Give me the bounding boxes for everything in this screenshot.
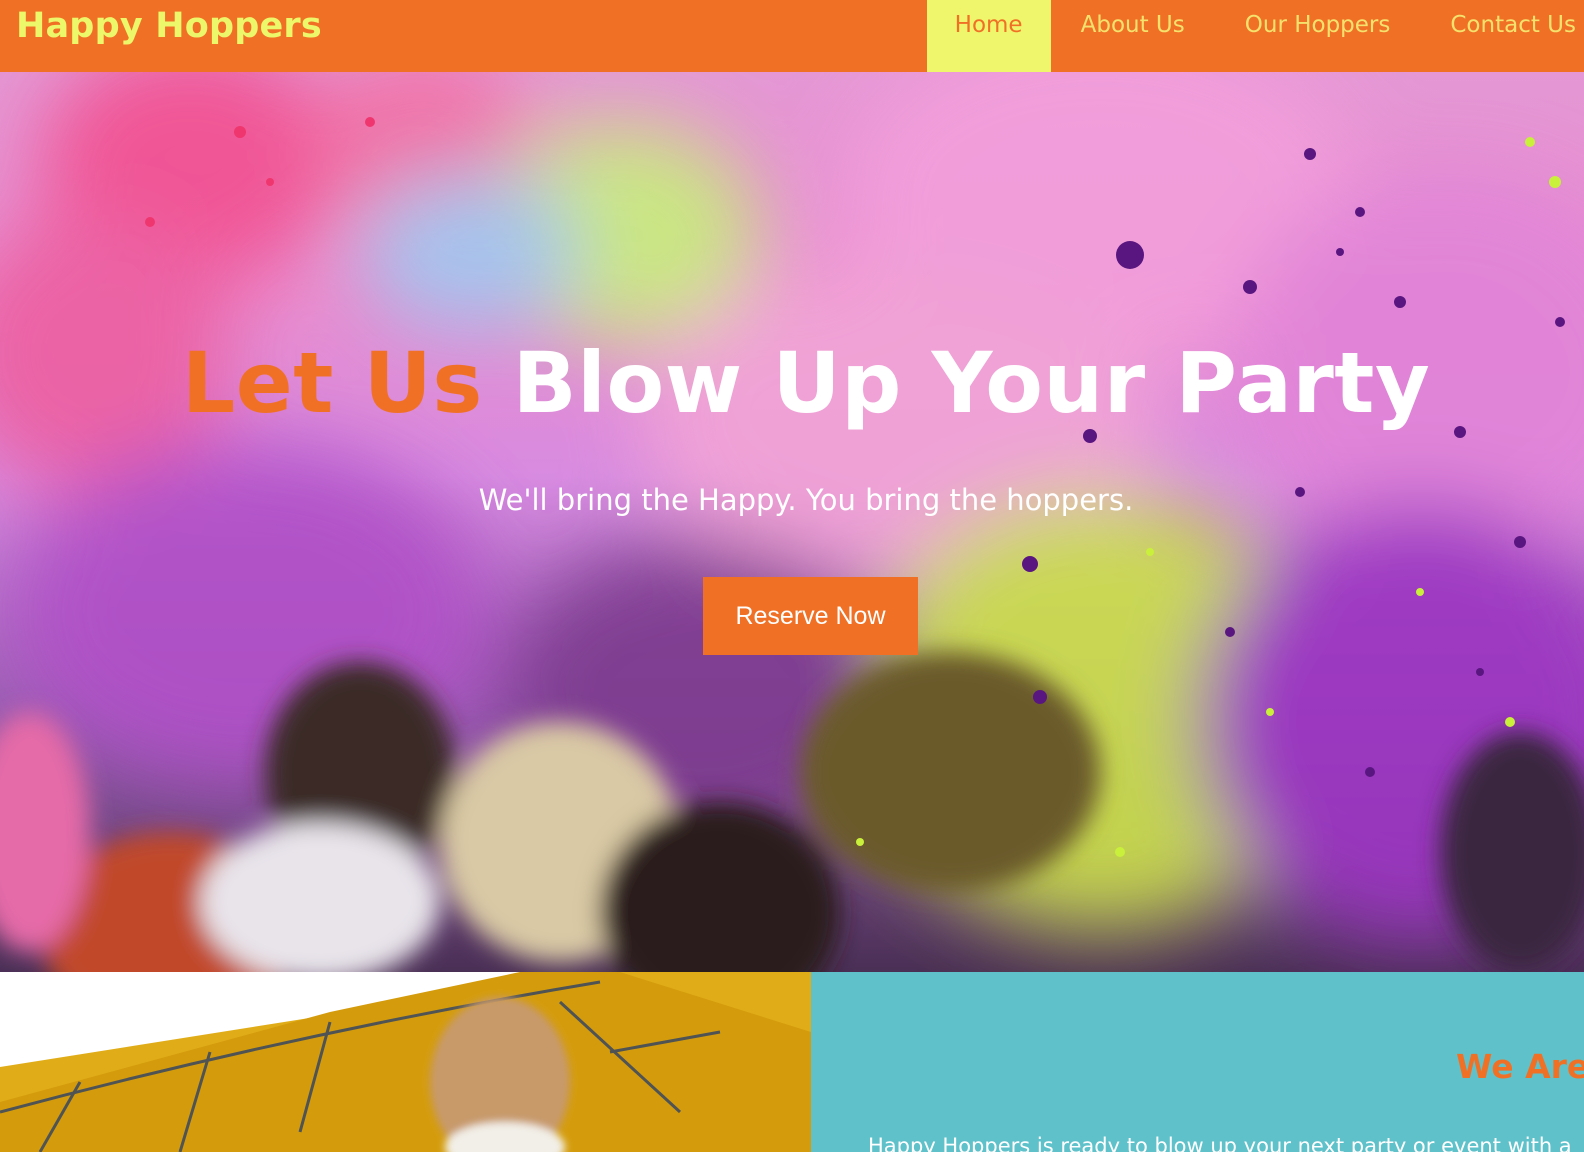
main-nav: Home About Us Our Hoppers Contact Us: [926, 0, 1584, 72]
reserve-now-button[interactable]: Reserve Now: [703, 577, 918, 655]
nav-home-link[interactable]: Home: [926, 0, 1051, 72]
about-image: [0, 972, 811, 1152]
bounce-house-image: [0, 972, 811, 1152]
headline-rest: Blow Up Your Party: [512, 334, 1431, 432]
about-title: We Are: [1456, 1047, 1584, 1086]
headline-accent: Let Us: [181, 334, 483, 432]
site-logo[interactable]: Happy Hoppers: [16, 6, 322, 46]
nav-contact-link[interactable]: Contact Us: [1420, 0, 1584, 72]
hero-content: Let Us Blow Up Your Party We'll bring th…: [0, 72, 1584, 972]
about-text: Happy Hoppers is ready to blow up your n…: [868, 1134, 1572, 1152]
hero-section: Let Us Blow Up Your Party We'll bring th…: [0, 72, 1584, 972]
hero-subtitle: We'll bring the Happy. You bring the hop…: [478, 483, 1134, 517]
about-panel: We Are Happy Hoppers is ready to blow up…: [811, 972, 1584, 1152]
hero-headline: Let Us Blow Up Your Party: [0, 334, 1584, 432]
nav-about-link[interactable]: About Us: [1051, 0, 1215, 72]
top-navbar: Happy Hoppers Home About Us Our Hoppers …: [0, 0, 1584, 72]
nav-our-hoppers-link[interactable]: Our Hoppers: [1215, 0, 1421, 72]
